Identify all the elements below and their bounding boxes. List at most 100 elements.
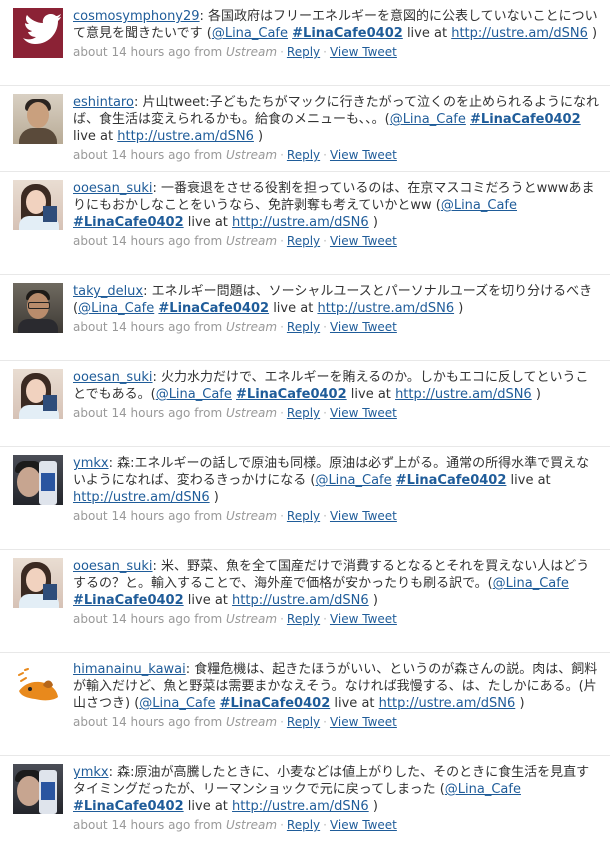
tweet-item: ooesan_suki: 火力水力だけで、エネルギーを賄えるのか。しかもエコに反… [0, 361, 610, 447]
meta-separator: · [280, 818, 284, 832]
tweet-timeline: cosmosymphony29: 各国政府はフリーエネルギーを意図的に公表してい… [0, 0, 610, 858]
view-tweet-link[interactable]: View Tweet [330, 715, 397, 729]
reply-link[interactable]: Reply [287, 818, 320, 832]
tweet-username-link[interactable]: taky_delux [73, 284, 143, 299]
tweet-item: cosmosymphony29: 各国政府はフリーエネルギーを意図的に公表してい… [0, 0, 610, 86]
ustream-url-link[interactable]: http://ustre.am/dSN6 [73, 490, 210, 505]
tweet-source: Ustream [225, 320, 278, 334]
mention-link[interactable]: @Lina_Cafe [139, 696, 215, 711]
tweet-username-link[interactable]: ymkx [73, 765, 109, 780]
view-tweet-link[interactable]: View Tweet [330, 320, 397, 334]
close-paren: ) [458, 301, 464, 316]
view-tweet-link[interactable]: View Tweet [330, 45, 397, 59]
tweet-source: Ustream [225, 45, 278, 59]
view-tweet-link[interactable]: View Tweet [330, 818, 397, 832]
hashtag-link[interactable]: #LinaCafe0402 [292, 26, 403, 41]
avatar[interactable] [13, 764, 63, 814]
tweet-body: taky_delux: エネルギー問題は、ソーシャルユースとパーソナルユーズを切… [73, 283, 600, 335]
tweet-source: Ustream [225, 612, 278, 626]
avatar[interactable] [13, 8, 63, 58]
hashtag-link[interactable]: #LinaCafe0402 [220, 696, 331, 711]
meta-separator: · [323, 715, 327, 729]
tweet-timestamp: about 14 hours ago from [73, 234, 223, 248]
reply-link[interactable]: Reply [287, 234, 320, 248]
hashtag-link[interactable]: #LinaCafe0402 [396, 473, 507, 488]
tweet-item: eshintaro: 片山tweet:子どもたちがマックに行きたがって泣くのを止… [0, 86, 610, 172]
ustream-url-link[interactable]: http://ustre.am/dSN6 [232, 799, 369, 814]
tweet-username-link[interactable]: ooesan_suki [73, 370, 153, 385]
hashtag-link[interactable]: #LinaCafe0402 [470, 112, 581, 127]
tweet-item: ymkx: 森:エネルギーの話しで原油も同様。原油は必ず上がる。通常の所得水準で… [0, 447, 610, 550]
hashtag-link[interactable]: #LinaCafe0402 [73, 215, 184, 230]
tweet-username-link[interactable]: ooesan_suki [73, 559, 153, 574]
reply-link[interactable]: Reply [287, 715, 320, 729]
avatar[interactable] [13, 661, 63, 711]
tweet-meta: about 14 hours ago from Ustream · Reply · Vi… [73, 714, 600, 730]
mention-link[interactable]: @Lina_Cafe [493, 576, 569, 591]
reply-link[interactable]: Reply [287, 148, 320, 162]
tweet-item: himanainu_kawai: 食糧危機は、起きたほうがいい、というのが森さん… [0, 653, 610, 756]
reply-link[interactable]: Reply [287, 320, 320, 334]
avatar[interactable] [13, 283, 63, 333]
tweet-text: ymkx: 森:エネルギーの話しで原油も同様。原油は必ず上がる。通常の所得水準で… [73, 455, 600, 506]
avatar[interactable] [13, 369, 63, 419]
tweet-username-link[interactable]: ooesan_suki [73, 181, 153, 196]
view-tweet-link[interactable]: View Tweet [330, 509, 397, 523]
ustream-url-link[interactable]: http://ustre.am/dSN6 [232, 215, 369, 230]
view-tweet-link[interactable]: View Tweet [330, 612, 397, 626]
ustream-url-link[interactable]: http://ustre.am/dSN6 [379, 696, 516, 711]
live-at-text: live at [406, 26, 448, 41]
tweet-text: ooesan_suki: 火力水力だけで、エネルギーを賄えるのか。しかもエコに反… [73, 369, 600, 403]
live-at-text: live at [273, 301, 314, 316]
tweet-text: cosmosymphony29: 各国政府はフリーエネルギーを意図的に公表してい… [73, 8, 600, 42]
view-tweet-link[interactable]: View Tweet [330, 148, 397, 162]
meta-separator: · [280, 406, 284, 420]
tweet-body: ooesan_suki: 米、野菜、魚を全て国産だけで消費するとなるとそれを買え… [73, 558, 600, 627]
reply-link[interactable]: Reply [287, 509, 320, 523]
tweet-meta: about 14 hours ago from Ustream · Reply · Vi… [73, 147, 600, 163]
tweet-username-link[interactable]: eshintaro [73, 95, 134, 110]
reply-link[interactable]: Reply [287, 406, 320, 420]
hashtag-link[interactable]: #LinaCafe0402 [236, 387, 347, 402]
mention-link[interactable]: @Lina_Cafe [156, 387, 232, 402]
tweet-source: Ustream [225, 715, 278, 729]
ustream-url-link[interactable]: http://ustre.am/dSN6 [232, 593, 369, 608]
mention-link[interactable]: @Lina_Cafe [212, 26, 288, 41]
tweet-username-link[interactable]: ymkx [73, 456, 109, 471]
hashtag-link[interactable]: #LinaCafe0402 [73, 799, 184, 814]
reply-link[interactable]: Reply [287, 612, 320, 626]
meta-separator: · [323, 148, 327, 162]
reply-link[interactable]: Reply [287, 45, 320, 59]
hashtag-link[interactable]: #LinaCafe0402 [73, 593, 184, 608]
mention-link[interactable]: @Lina_Cafe [445, 782, 521, 797]
view-tweet-link[interactable]: View Tweet [330, 234, 397, 248]
avatar[interactable] [13, 180, 63, 230]
meta-separator: · [280, 148, 284, 162]
tweet-meta: about 14 hours ago from Ustream · Reply · Vi… [73, 233, 600, 249]
tweet-meta: about 14 hours ago from Ustream · Reply · Vi… [73, 405, 600, 421]
mention-link[interactable]: @Lina_Cafe [390, 112, 466, 127]
view-tweet-link[interactable]: View Tweet [330, 406, 397, 420]
ustream-url-link[interactable]: http://ustre.am/dSN6 [317, 301, 454, 316]
mention-link[interactable]: @Lina_Cafe [315, 473, 391, 488]
hashtag-link[interactable]: #LinaCafe0402 [158, 301, 269, 316]
ustream-url-link[interactable]: http://ustre.am/dSN6 [395, 387, 532, 402]
meta-separator: · [323, 612, 327, 626]
tweet-body: ymkx: 森:原油が高騰したときに、小麦などは値上がりした、そのときに食生活を… [73, 764, 600, 833]
tweet-source: Ustream [225, 509, 278, 523]
tweet-username-link[interactable]: cosmosymphony29 [73, 9, 200, 24]
avatar[interactable] [13, 455, 63, 505]
avatar[interactable] [13, 94, 63, 144]
tweet-username-link[interactable]: himanainu_kawai [73, 662, 186, 677]
ustream-url-link[interactable]: http://ustre.am/dSN6 [451, 26, 588, 41]
ustream-url-link[interactable]: http://ustre.am/dSN6 [117, 129, 254, 144]
tweet-timestamp: about 14 hours ago from [73, 612, 223, 626]
close-paren: ) [372, 593, 378, 608]
avatar[interactable] [13, 558, 63, 608]
tweet-timestamp: about 14 hours ago from [73, 45, 223, 59]
tweet-meta: about 14 hours ago from Ustream · Reply · Vi… [73, 319, 600, 335]
mention-link[interactable]: @Lina_Cafe [441, 198, 517, 213]
mention-link[interactable]: @Lina_Cafe [78, 301, 154, 316]
live-at-text: live at [187, 799, 228, 814]
dog-avatar-icon [18, 668, 58, 701]
